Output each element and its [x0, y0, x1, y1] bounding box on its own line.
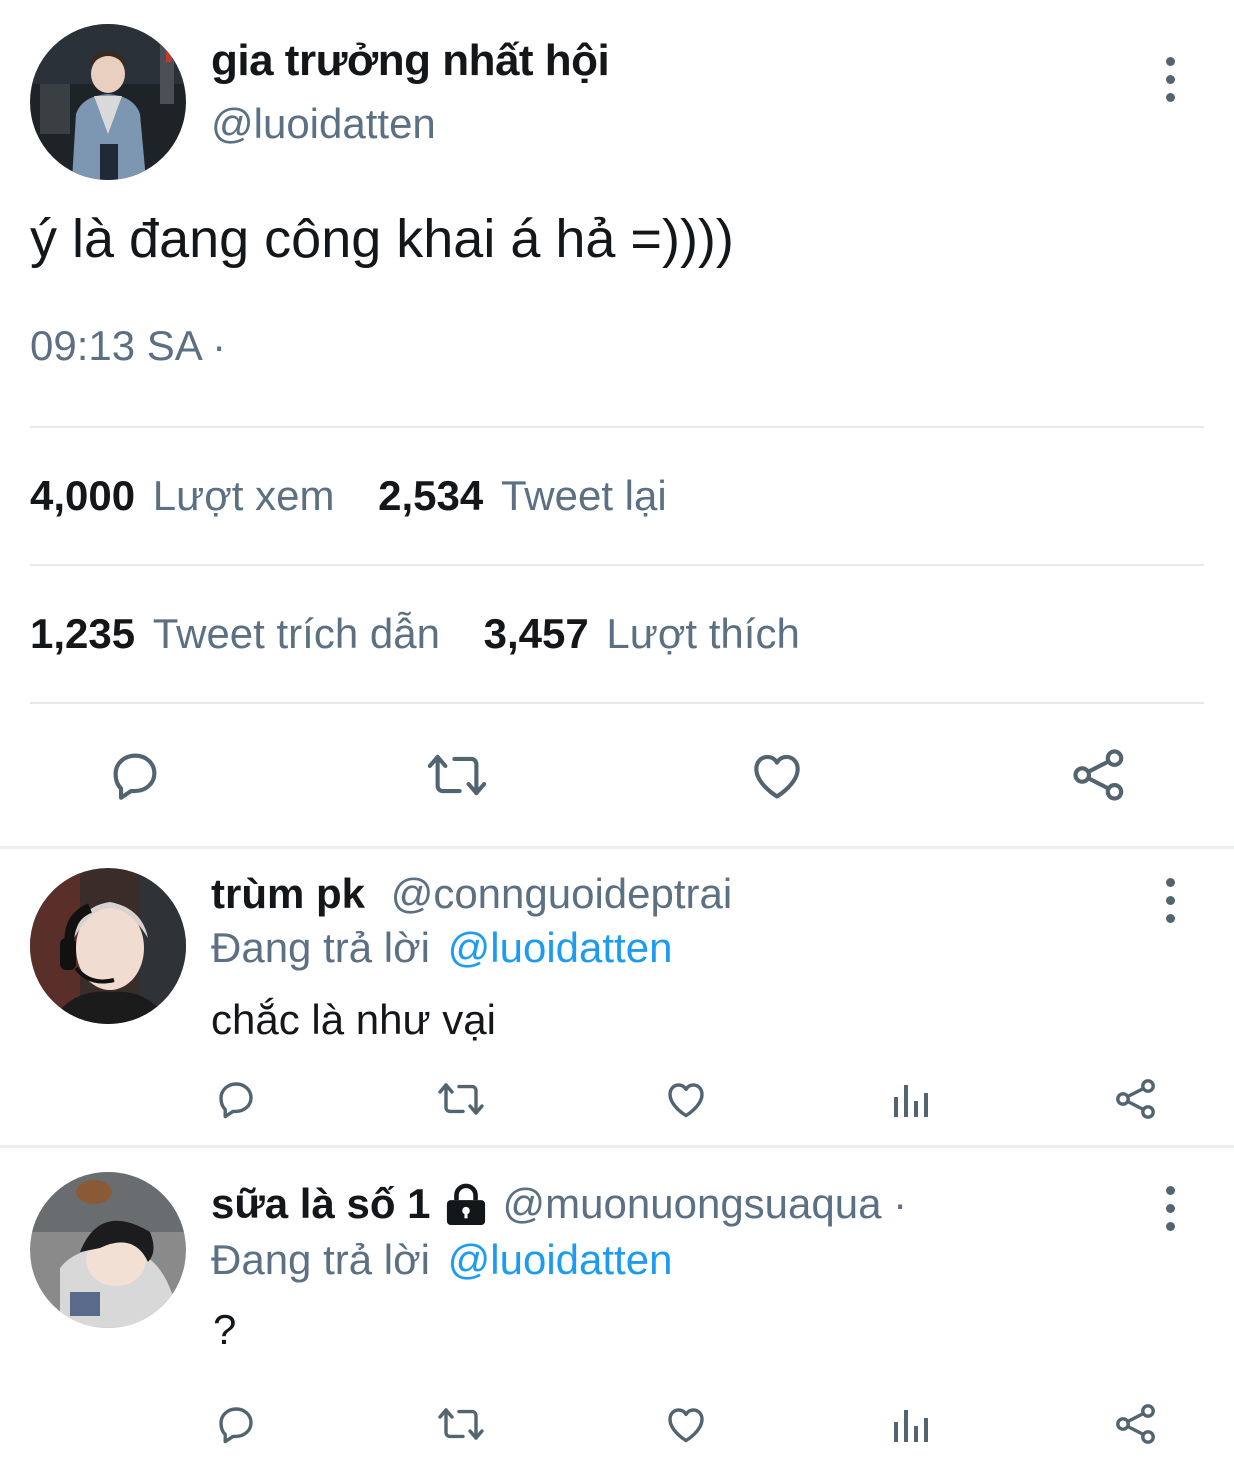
- reply-item[interactable]: sữa là số 1 @muonuongsuaqua · Đang trả l…: [0, 1150, 1234, 1476]
- reply-avatar[interactable]: [30, 1172, 186, 1328]
- divider: [30, 564, 1204, 566]
- section-divider: [0, 1145, 1234, 1148]
- reply-item[interactable]: trùm pk @connguoideptrai Đang trả lời @l…: [0, 850, 1234, 1144]
- share-icon[interactable]: [1068, 744, 1130, 806]
- replying-prefix: Đang trả lời: [211, 924, 430, 971]
- reply-header: trùm pk @connguoideptrai: [211, 870, 732, 918]
- reply-text: ?: [213, 1306, 237, 1353]
- stats-row-2: 1,235 Tweet trích dẫn 3,457 Lượt thích: [30, 610, 800, 658]
- views-count: 4,000: [30, 472, 136, 519]
- reply-icon[interactable]: [212, 1400, 260, 1448]
- reply-icon[interactable]: [212, 1075, 260, 1123]
- author-handle[interactable]: @luoidatten: [211, 100, 436, 148]
- replying-prefix: Đang trả lời: [211, 1236, 430, 1283]
- tweet-text: ý là đang công khai á hả =)))): [30, 209, 734, 269]
- author-display-name[interactable]: gia trưởng nhất hội: [211, 36, 610, 86]
- reply-handle[interactable]: @connguoideptrai: [391, 870, 733, 917]
- divider: [30, 702, 1204, 704]
- lock-icon: [443, 1183, 489, 1225]
- share-icon[interactable]: [1112, 1075, 1160, 1123]
- more-options-icon[interactable]: [1162, 1186, 1178, 1231]
- like-icon[interactable]: [662, 1400, 710, 1448]
- reply-icon[interactable]: [104, 744, 166, 806]
- likes-count: 3,457: [483, 610, 589, 657]
- quotes-label: Tweet trích dẫn: [152, 610, 440, 657]
- like-icon[interactable]: [662, 1075, 710, 1123]
- like-icon[interactable]: [746, 744, 808, 806]
- replying-to-link[interactable]: @luoidatten: [448, 924, 673, 971]
- reply-header: sữa là số 1 @muonuongsuaqua ·: [211, 1180, 907, 1228]
- divider: [30, 426, 1204, 428]
- likes-stat[interactable]: 3,457 Lượt thích: [484, 610, 800, 657]
- views-label: Lượt xem: [152, 472, 335, 519]
- analytics-icon[interactable]: [888, 1400, 936, 1448]
- retweet-icon[interactable]: [422, 744, 492, 806]
- retweets-count: 2,534: [378, 472, 484, 519]
- share-icon[interactable]: [1112, 1400, 1160, 1448]
- replying-to: Đang trả lời @luoidatten: [211, 1236, 672, 1284]
- views-stat[interactable]: 4,000 Lượt xem: [30, 472, 346, 519]
- quotes-count: 1,235: [30, 610, 136, 657]
- section-divider: [0, 846, 1234, 849]
- reply-text: chắc là như vại: [211, 996, 496, 1043]
- analytics-icon[interactable]: [888, 1075, 936, 1123]
- more-options-icon[interactable]: [1162, 878, 1178, 923]
- retweets-stat[interactable]: 2,534 Tweet lại: [378, 472, 667, 519]
- retweet-icon[interactable]: [434, 1400, 488, 1448]
- reply-display-name[interactable]: trùm pk: [211, 870, 365, 917]
- reply-handle[interactable]: @muonuongsuaqua ·: [503, 1180, 908, 1228]
- reply-display-name[interactable]: sữa là số 1: [211, 1180, 431, 1228]
- quotes-stat[interactable]: 1,235 Tweet trích dẫn: [30, 610, 452, 657]
- likes-label: Lượt thích: [606, 610, 800, 657]
- replying-to: Đang trả lời @luoidatten: [211, 924, 672, 972]
- retweet-icon[interactable]: [434, 1075, 488, 1123]
- replying-to-link[interactable]: @luoidatten: [448, 1236, 673, 1283]
- retweets-label: Tweet lại: [500, 472, 667, 519]
- author-avatar[interactable]: [30, 24, 186, 180]
- tweet-timestamp[interactable]: 09:13 SA ·: [30, 322, 226, 370]
- more-options-icon[interactable]: [1162, 57, 1178, 102]
- stats-row-1: 4,000 Lượt xem 2,534 Tweet lại: [30, 472, 667, 520]
- reply-avatar[interactable]: [30, 868, 186, 1024]
